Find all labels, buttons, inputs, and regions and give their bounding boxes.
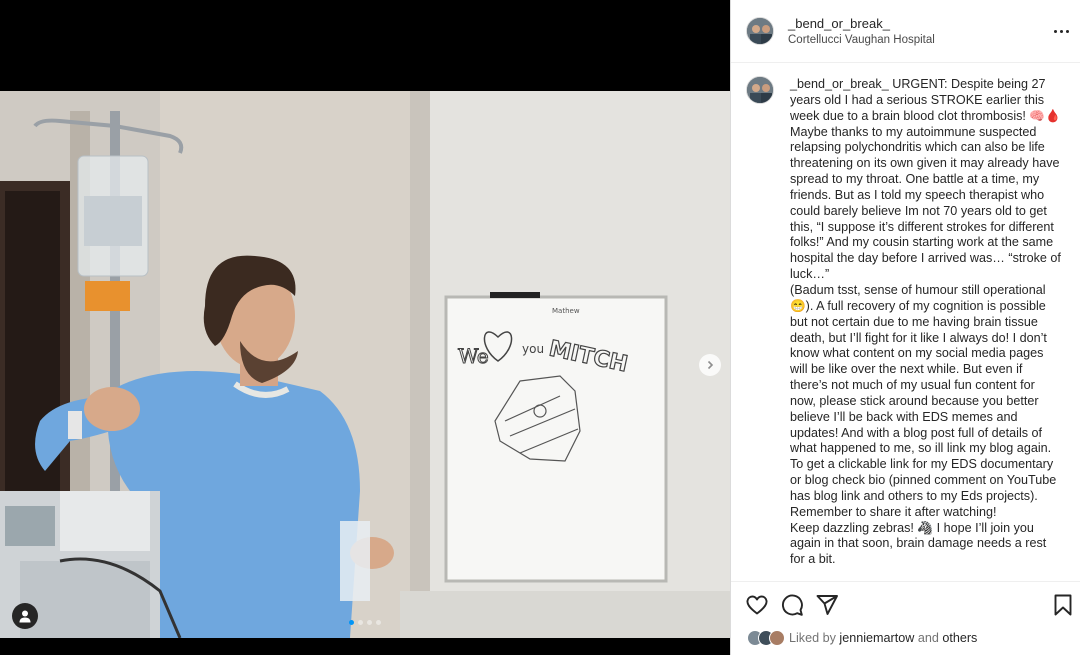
comment-button[interactable] [780,593,804,617]
save-button[interactable] [1051,593,1075,617]
post-location[interactable]: Cortellucci Vaughan Hospital [788,34,935,46]
tagged-users-button[interactable] [12,603,38,629]
likes-others-link[interactable]: others [942,631,977,645]
post-side-panel: _bend_or_break_ Cortellucci Vaughan Hosp… [730,0,1080,655]
chevron-right-icon [707,360,714,370]
user-icon [19,610,31,623]
liked-by-label: Liked by [789,631,836,645]
carousel-dot [358,620,363,625]
profile-photo-icon [747,77,773,103]
bookmark-icon [1054,594,1072,616]
carousel-dot [367,620,372,625]
carousel-dot [376,620,381,625]
post-header: _bend_or_break_ Cortellucci Vaughan Hosp… [731,0,1080,63]
likes-summary: Liked by jenniemartow and others [747,630,977,646]
send-icon [816,595,838,615]
author-username[interactable]: _bend_or_break_ [788,16,890,31]
caption-section: _bend_or_break_ URGENT: Despite being 27… [731,63,1080,581]
next-image-button[interactable] [699,354,721,376]
profile-photo-icon [747,18,773,44]
liker-avatar[interactable] [769,630,785,646]
whiteboard-small-text: Mathew [552,307,580,315]
more-horizontal-icon [1053,29,1057,33]
caption-text: URGENT: Despite being 27 years old I had… [790,77,1061,567]
post-actions: Liked by jenniemartow and others [731,581,1080,655]
whiteboard-we-text: We [458,344,489,368]
caption-username[interactable]: _bend_or_break_ [790,77,889,91]
more-options-button[interactable] [1051,24,1071,38]
carousel-indicator [349,620,381,625]
post-caption: _bend_or_break_ URGENT: Despite being 27… [790,77,1062,568]
author-avatar[interactable] [746,17,774,45]
carousel-dot [349,620,354,625]
post-media: Mathew We you MITCH [0,0,730,655]
whiteboard-you-text: you [522,342,544,356]
heart-icon [746,595,768,615]
comment-icon [781,594,803,616]
likes-and-label: and [917,631,939,645]
like-button[interactable] [745,593,769,617]
share-button[interactable] [815,593,839,617]
caption-avatar[interactable] [746,76,774,104]
liker-username[interactable]: jenniemartow [839,631,914,645]
post-photo[interactable]: Mathew We you MITCH [0,91,730,638]
likes-text: Liked by jenniemartow and others [789,631,977,645]
